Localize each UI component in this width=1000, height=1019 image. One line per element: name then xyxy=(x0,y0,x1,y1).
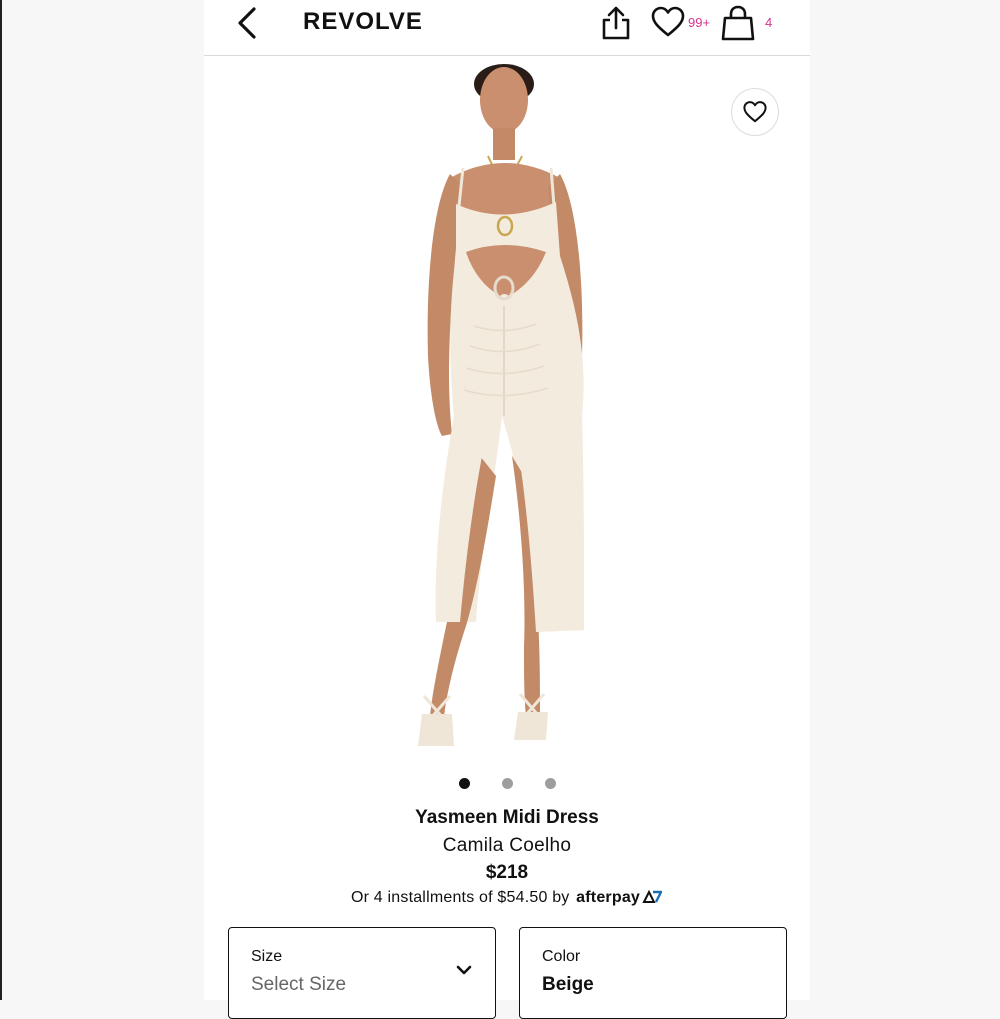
top-nav-bar: REVOLVE 99+ 4 xyxy=(204,0,810,56)
brand-logo[interactable]: REVOLVE xyxy=(303,8,423,36)
wishlist-button[interactable] xyxy=(650,5,686,39)
product-title: Yasmeen Midi Dress xyxy=(415,807,599,828)
product-image[interactable] xyxy=(204,56,810,766)
share-icon xyxy=(602,6,630,40)
heart-icon xyxy=(651,6,685,37)
afterpay-logo-text: afterpay xyxy=(576,889,641,906)
model-photo xyxy=(418,64,584,746)
back-chevron-icon xyxy=(238,7,256,39)
afterpay-badge-icon xyxy=(642,890,663,903)
carousel-dot[interactable] xyxy=(544,778,556,789)
image-carousel-indicator xyxy=(204,778,810,792)
installments-text: Or 4 installments of $54.50 by xyxy=(350,889,570,906)
size-value: Select Size xyxy=(251,974,347,995)
size-selector[interactable]: Size Select Size xyxy=(228,927,496,1019)
add-to-favorites-button[interactable] xyxy=(731,88,779,136)
carousel-dot[interactable] xyxy=(458,778,470,789)
color-selector[interactable]: Color Beige xyxy=(519,927,787,1019)
color-value: Beige xyxy=(542,974,594,995)
designer-name[interactable]: Camila Coelho xyxy=(204,835,810,857)
product-price: $218 xyxy=(485,862,529,883)
product-page: REVOLVE 99+ 4 Yasmeen Midi Dress Camila … xyxy=(204,0,810,1019)
afterpay-installments[interactable]: Or 4 installments of $54.50 by afterpay xyxy=(204,889,810,907)
shopping-bag-button[interactable] xyxy=(720,4,756,42)
size-label: Size xyxy=(251,948,283,965)
bag-count-badge: 4 xyxy=(765,15,773,30)
wishlist-count-badge: 99+ xyxy=(688,15,711,30)
chevron-down-icon xyxy=(456,965,472,975)
color-label: Color xyxy=(542,948,581,965)
shopping-bag-icon xyxy=(721,5,755,41)
carousel-dot[interactable] xyxy=(501,778,513,789)
frame-edge xyxy=(0,0,2,1000)
back-button[interactable] xyxy=(232,4,262,42)
share-button[interactable] xyxy=(600,4,632,42)
heart-icon xyxy=(743,101,767,123)
